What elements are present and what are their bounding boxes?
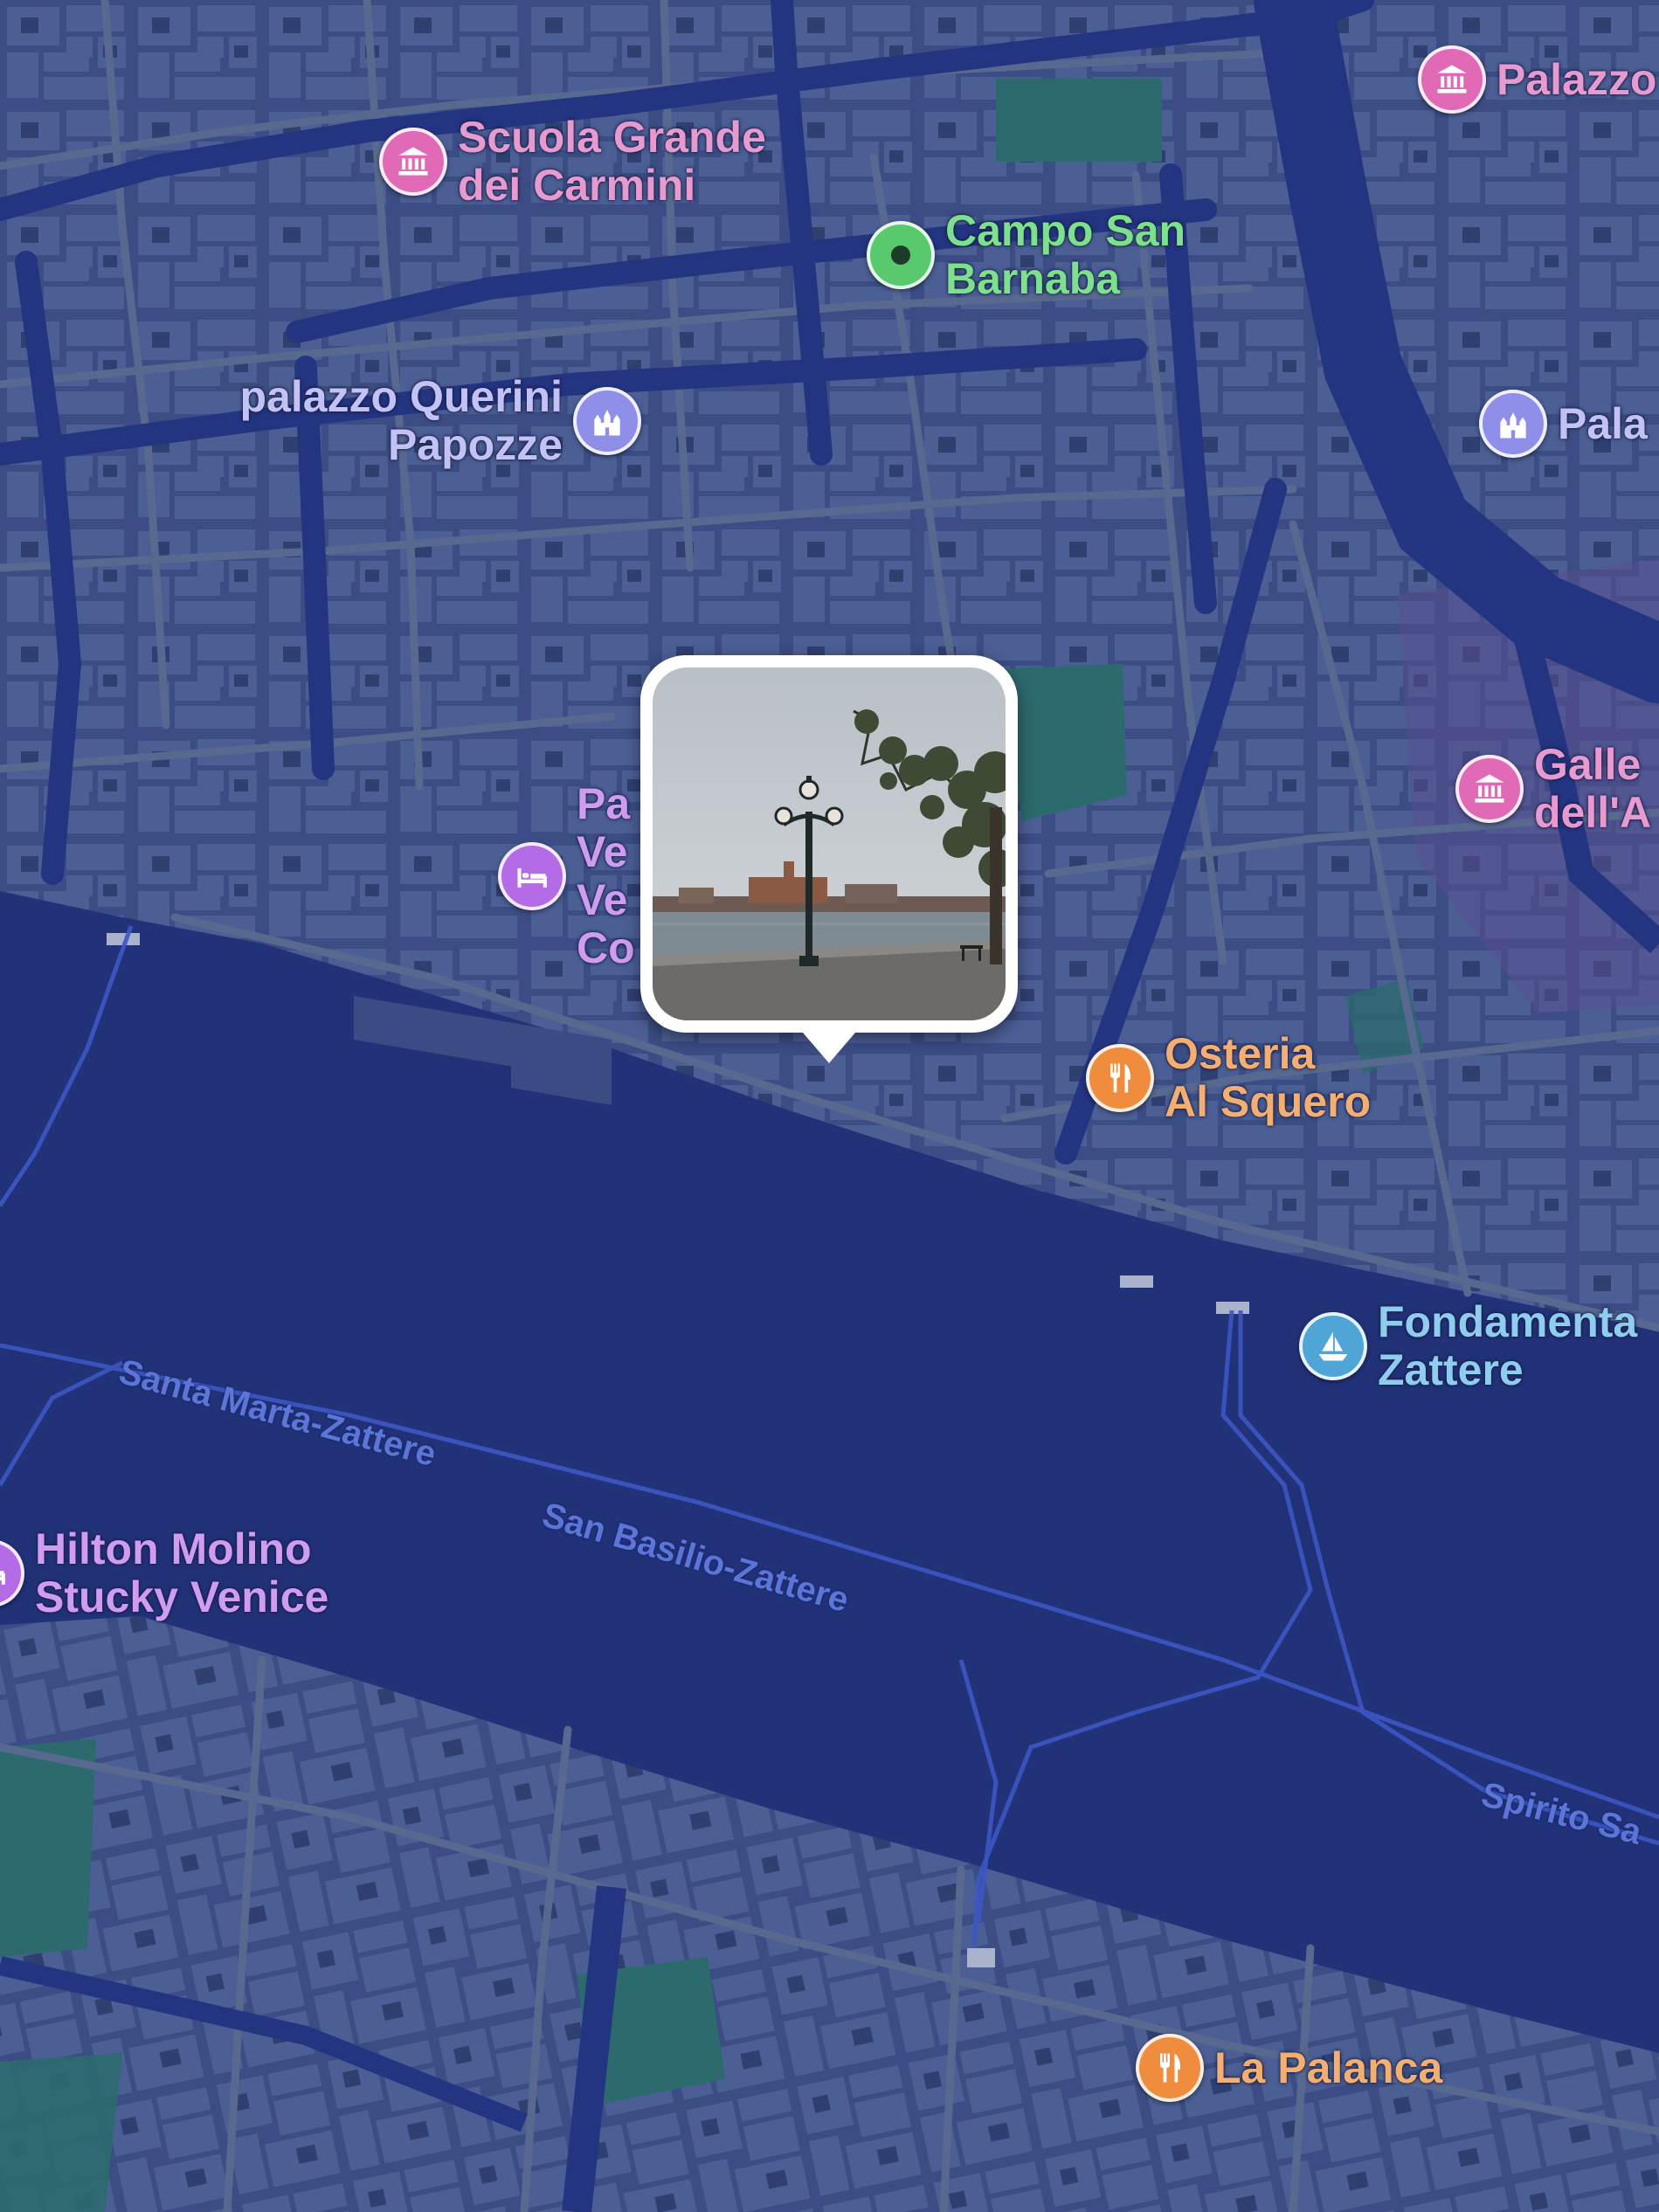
poi-label: Osteria Al Squero	[1165, 1029, 1372, 1126]
fork-knife-icon	[1086, 1044, 1154, 1112]
poi-fondamenta[interactable]: Fondamenta Zattere	[1299, 1298, 1637, 1394]
poi-label: Hilton Molino Stucky Venice	[35, 1524, 329, 1621]
landmark-icon	[1479, 390, 1547, 458]
poi-osteria[interactable]: Osteria Al Squero	[1086, 1030, 1371, 1126]
poi-label: Scuola Grande dei Carmini	[458, 113, 766, 210]
poi-hilton[interactable]: Hilton Molino Stucky Venice	[0, 1525, 328, 1621]
poi-galleria[interactable]: Galle dell'A	[1455, 741, 1651, 837]
sailboat-icon	[1299, 1312, 1367, 1380]
map-canvas	[0, 0, 1659, 2212]
poi-label: Fondamenta Zattere	[1378, 1297, 1638, 1394]
map-view[interactable]: Santa Marta-Zattere San Basilio-Zattere …	[0, 0, 1659, 2212]
photo-thumbnail[interactable]	[653, 667, 1006, 1020]
museum-icon	[1418, 45, 1486, 114]
poi-label: Pa Ve Ve Co	[577, 779, 635, 972]
poi-label: Campo San Barnaba	[945, 206, 1186, 303]
poi-palazzo-top[interactable]: Palazzo	[1418, 45, 1656, 114]
museum-icon	[1455, 755, 1524, 823]
poi-label: Galle dell'A	[1534, 740, 1652, 837]
bed-icon	[0, 1539, 24, 1607]
museum-icon	[379, 128, 447, 196]
poi-label: La Palanca	[1214, 2043, 1443, 2092]
poi-la-palanca[interactable]: La Palanca	[1136, 2034, 1442, 2102]
poi-campo-san-barnaba[interactable]: Campo San Barnaba	[867, 207, 1185, 303]
park-dot-icon	[867, 221, 935, 289]
poi-scuola-grande[interactable]: Scuola Grande dei Carmini	[379, 114, 766, 210]
poi-palazzo-querini[interactable]: palazzo Querini Papozze	[239, 373, 641, 469]
poi-hotel-pa[interactable]: Pa Ve Ve Co	[498, 780, 635, 972]
poi-label: palazzo Querini Papozze	[239, 372, 563, 469]
landmark-icon	[573, 387, 641, 455]
poi-pala-right[interactable]: Pala	[1479, 390, 1648, 458]
callout-pointer	[798, 1027, 861, 1063]
poi-label: Palazzo	[1497, 54, 1657, 104]
bed-icon	[498, 842, 566, 910]
fork-knife-icon	[1136, 2034, 1204, 2102]
photo-callout[interactable]	[640, 655, 1018, 1063]
poi-label: Pala	[1558, 398, 1648, 448]
